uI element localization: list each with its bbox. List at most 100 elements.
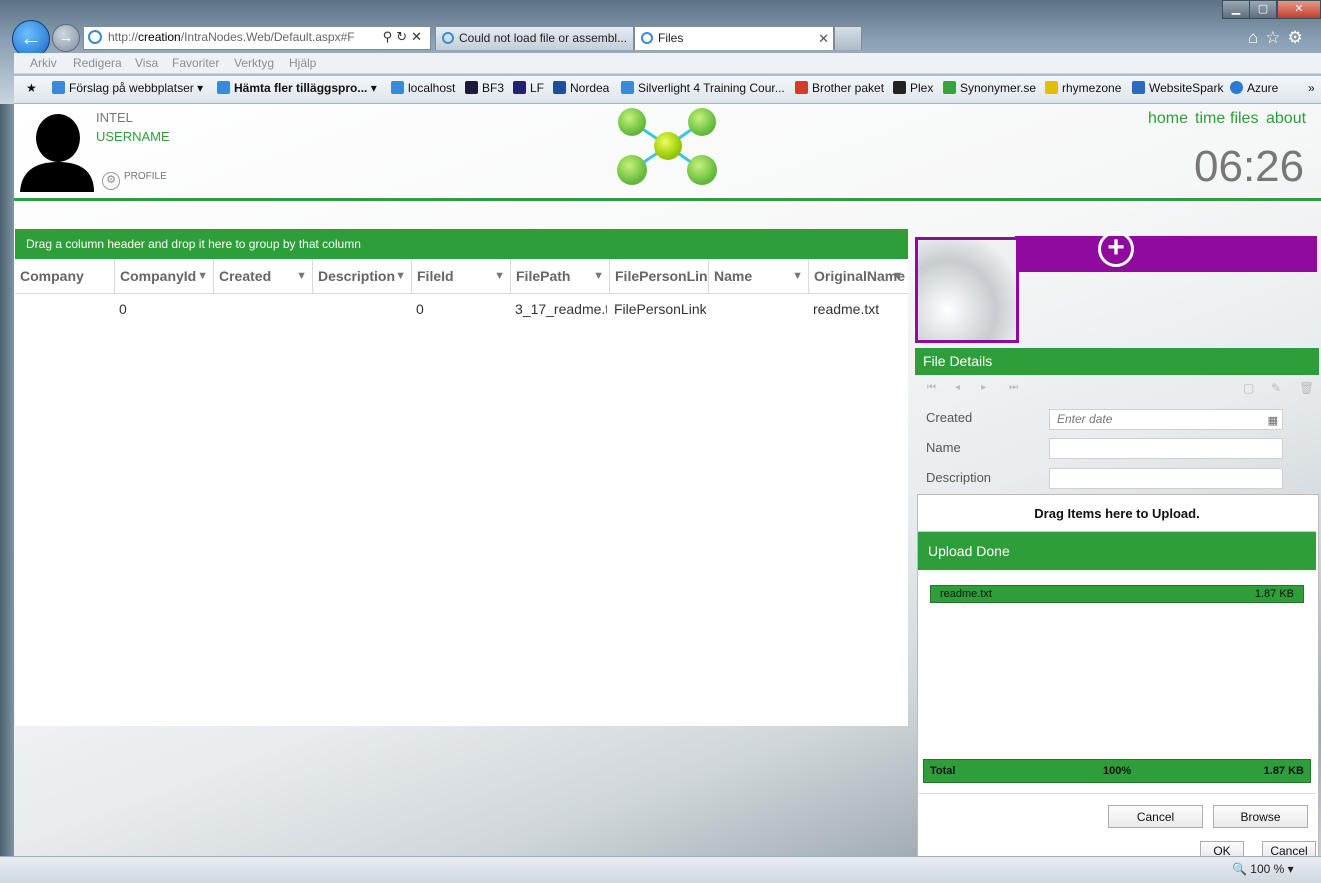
app-header: INTEL USERNAME ⚙ PROFILE home time files …: [14, 104, 1321, 201]
bf3-icon: [465, 81, 478, 94]
fav-item[interactable]: WebsiteSpark: [1132, 81, 1223, 95]
calendar-icon[interactable]: ▦: [1268, 412, 1278, 431]
filter-icon[interactable]: ▼: [792, 259, 803, 293]
window-controls: ▁ ▢ ✕: [1222, 0, 1321, 19]
name-input[interactable]: [1049, 438, 1283, 459]
gear-icon: ⚙: [102, 172, 120, 190]
column-header-name[interactable]: Name ▼: [708, 259, 808, 293]
filter-icon[interactable]: ▼: [296, 259, 307, 293]
fav-item[interactable]: Nordea: [553, 81, 609, 95]
stop-icon[interactable]: ✕: [411, 29, 426, 44]
description-label: Description: [926, 470, 992, 485]
table-row[interactable]: 0 0 3_17_readme.txt FilePersonLink readm…: [15, 293, 908, 317]
fav-item[interactable]: Brother paket: [795, 81, 884, 95]
filter-icon[interactable]: ▼: [892, 259, 903, 293]
delete-icon[interactable]: 🗑: [1299, 381, 1314, 395]
filter-icon[interactable]: ▼: [197, 259, 208, 293]
favorites-star-icon[interactable]: ★: [26, 81, 37, 95]
group-panel[interactable]: Drag a column header and drop it here to…: [15, 229, 908, 259]
fav-item[interactable]: Förslag på webbplatser ▾: [52, 81, 203, 95]
cell-fileid: 0: [416, 301, 424, 317]
column-header-companyid[interactable]: CompanyId ▼: [114, 259, 213, 293]
cancel-dialog-button[interactable]: Cancel: [1262, 841, 1316, 856]
fav-item[interactable]: BF3: [465, 81, 504, 95]
menu-favoriter[interactable]: Favoriter: [172, 56, 219, 70]
nav-home[interactable]: home: [1148, 110, 1188, 128]
nordea-icon: [553, 81, 566, 94]
column-header-description[interactable]: Description ▼: [312, 259, 411, 293]
forward-button[interactable]: →: [52, 24, 80, 52]
menu-arkiv[interactable]: Arkiv: [30, 56, 57, 70]
websitespark-icon: [1132, 81, 1145, 94]
column-header-fileid[interactable]: FileId ▼: [411, 259, 510, 293]
column-header-filepersonlink[interactable]: FilePersonLink: [609, 259, 708, 293]
lf-icon: [513, 81, 526, 94]
address-tools[interactable]: ⚲↻✕: [383, 29, 426, 45]
upload-file-size: 1.87 KB: [1254, 588, 1294, 600]
dialog-divider: [918, 793, 1316, 794]
cell-originalname: readme.txt: [813, 301, 880, 317]
tab-files[interactable]: Files ✕: [634, 26, 834, 50]
close-icon[interactable]: ✕: [818, 27, 829, 50]
grid-header: Company CompanyId ▼ Created ▼ Description ▼…: [15, 259, 908, 294]
star-icon[interactable]: ☆: [1265, 28, 1287, 47]
created-date-input[interactable]: Enter date ▦: [1049, 409, 1283, 430]
next-record-icon[interactable]: ▸: [981, 382, 986, 393]
fav-item[interactable]: Hämta fler tilläggspro... ▾: [217, 81, 377, 95]
nav-time[interactable]: time: [1195, 110, 1225, 128]
menu-visa[interactable]: Visa: [135, 56, 158, 70]
files-grid: Drag a column header and drop it here to…: [15, 229, 908, 726]
ie-icon: [391, 81, 404, 94]
fav-item[interactable]: Plex: [893, 81, 933, 95]
column-header-company[interactable]: Company: [15, 259, 114, 293]
fav-item[interactable]: Azure: [1230, 81, 1278, 95]
search-icon[interactable]: ⚲: [383, 29, 397, 44]
browse-button[interactable]: Browse: [1213, 805, 1308, 828]
description-input[interactable]: [1049, 468, 1283, 489]
upload-bar: [1015, 236, 1317, 272]
chevron-right-icon[interactable]: »: [1308, 81, 1315, 95]
new-tab-button[interactable]: [834, 26, 862, 50]
synonymer-icon: [943, 81, 956, 94]
ok-button[interactable]: OK: [1200, 841, 1244, 856]
fav-item[interactable]: localhost: [391, 81, 455, 95]
address-text: http://creation/IntraNodes.Web/Default.a…: [108, 30, 355, 44]
column-header-originalname[interactable]: OriginalName ▼: [808, 259, 908, 293]
filter-icon[interactable]: ▼: [395, 259, 406, 293]
menu-redigera[interactable]: Redigera: [73, 56, 122, 70]
refresh-icon[interactable]: ↻: [396, 29, 411, 44]
tab-error[interactable]: Could not load file or assembl...: [435, 26, 634, 50]
zoom-control[interactable]: 🔍 100 % ▾: [1232, 862, 1294, 876]
close-window-icon[interactable]: ✕: [1277, 0, 1321, 19]
menu-verktyg[interactable]: Verktyg: [234, 56, 274, 70]
gear-icon[interactable]: ⚙: [1288, 28, 1310, 47]
add-file-button[interactable]: +: [1098, 231, 1134, 267]
brother-icon: [795, 81, 808, 94]
edit-icon[interactable]: ✎: [1271, 381, 1281, 395]
minimize-icon[interactable]: ▁: [1222, 0, 1250, 19]
nav-about[interactable]: about: [1266, 110, 1306, 128]
column-header-created[interactable]: Created ▼: [213, 259, 312, 293]
maximize-icon[interactable]: ▢: [1249, 0, 1277, 19]
column-header-filepath[interactable]: FilePath ▼: [510, 259, 609, 293]
cancel-button[interactable]: Cancel: [1108, 805, 1203, 828]
menu-hjalp[interactable]: Hjälp: [289, 56, 316, 70]
address-bar[interactable]: http://creation/IntraNodes.Web/Default.a…: [83, 26, 431, 50]
first-record-icon[interactable]: ⏮: [927, 382, 936, 393]
upload-drop-zone[interactable]: Drag Items here to Upload.: [918, 495, 1316, 532]
fav-item[interactable]: Silverlight 4 Training Cour...: [621, 81, 785, 95]
home-icon[interactable]: ⌂: [1248, 28, 1265, 47]
last-record-icon[interactable]: ⏭: [1009, 382, 1018, 393]
filter-icon[interactable]: ▼: [494, 259, 505, 293]
total-percent: 100%: [1103, 765, 1132, 777]
nav-files[interactable]: files: [1230, 110, 1258, 128]
fav-item[interactable]: LF: [513, 81, 544, 95]
upload-dialog: Drag Items here to Upload. Upload Done r…: [917, 494, 1319, 856]
fav-item[interactable]: rhymezone: [1045, 81, 1121, 95]
previous-record-icon[interactable]: ◂: [955, 382, 960, 393]
profile-button[interactable]: ⚙ PROFILE: [102, 171, 167, 190]
company-name: INTEL: [96, 110, 133, 125]
filter-icon[interactable]: ▼: [593, 259, 604, 293]
new-record-icon[interactable]: ▢: [1243, 381, 1254, 395]
fav-item[interactable]: Synonymer.se: [943, 81, 1036, 95]
